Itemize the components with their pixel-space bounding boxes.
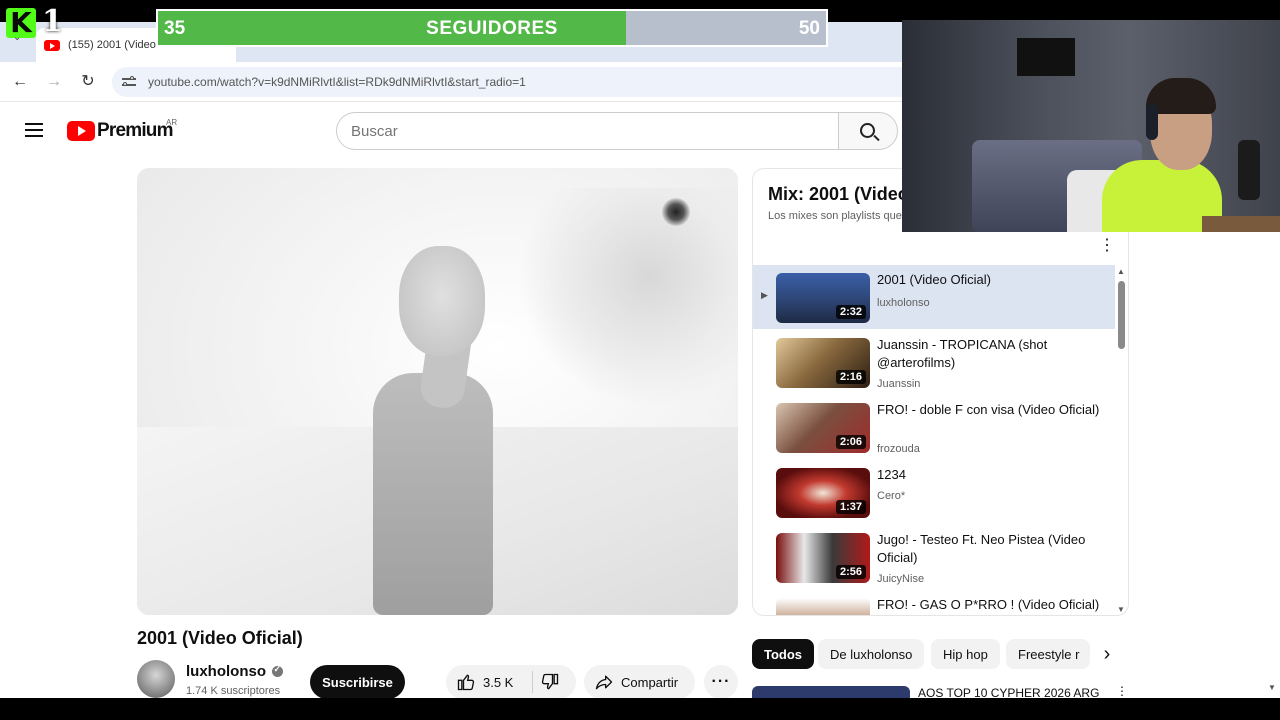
tab-title: (155) 2001 (Video <box>68 39 156 51</box>
reload-icon[interactable]: ↻ <box>78 72 98 92</box>
playlist-item-title[interactable]: 1234 <box>877 466 1102 484</box>
duration-badge: 1:37 <box>835 500 866 514</box>
site-info-icon[interactable] <box>122 76 136 88</box>
now-playing-icon: ▶ <box>761 290 768 300</box>
playlist-item-title[interactable]: 2001 (Video Oficial) <box>877 271 1102 289</box>
verified-icon <box>272 664 283 677</box>
playlist-item-title[interactable]: FRO! - doble F con visa (Video Oficial) <box>877 401 1102 419</box>
youtube-logo[interactable]: Premium <box>67 120 174 142</box>
goal-target: 50 <box>798 18 820 39</box>
playlist-more-icon[interactable]: ⋮ <box>1099 235 1115 255</box>
recommendation-title[interactable]: AOS TOP 10 CYPHER 2026 ARG <box>918 686 1099 698</box>
forward-arrow-icon[interactable]: → <box>44 72 64 92</box>
recommendation-more-icon[interactable]: ⋮ <box>1116 684 1128 698</box>
share-icon <box>593 672 615 695</box>
playlist-item[interactable]: 2:06 FRO! - doble F con visa (Video Ofic… <box>753 395 1115 459</box>
playlist-thumbnail[interactable]: 1:37 <box>776 468 870 518</box>
youtube-play-icon <box>67 121 95 141</box>
playlist-thumbnail[interactable]: 2:16 <box>776 338 870 388</box>
playlist-item-title[interactable]: FRO! - GAS O P*RRO ! (Video Oficial) <box>877 596 1102 614</box>
page-scroll-down-icon[interactable]: ▼ <box>1268 683 1276 692</box>
playlist-title: Mix: 2001 (Video <box>768 184 909 204</box>
duration-badge: 2:16 <box>835 370 866 384</box>
duration-badge: 2:06 <box>835 435 866 449</box>
playlist-item[interactable]: 1:37 1234 Cero* <box>753 460 1115 524</box>
playlist-item-channel: luxholonso <box>877 297 930 309</box>
search-input[interactable] <box>336 112 839 150</box>
dislike-icon[interactable] <box>540 672 560 695</box>
playlist-panel: Mix: 2001 (Video Los mixes son playlists… <box>752 168 1129 616</box>
playlist-item-channel: Juanssin <box>877 378 921 390</box>
search-button[interactable] <box>838 112 898 150</box>
more-actions-button[interactable]: ··· <box>704 665 738 698</box>
youtube-favicon-icon <box>44 39 60 51</box>
playlist-thumbnail[interactable]: 2:06 <box>776 403 870 453</box>
playlist-item[interactable]: ▶ 2:32 2001 (Video Oficial) luxholonso <box>753 265 1115 329</box>
webcam-overlay <box>902 20 1280 232</box>
address-bar[interactable]: youtube.com/watch?v=k9dNMiRlvtI&list=RDk… <box>112 67 932 97</box>
chip-todos[interactable]: Todos <box>752 639 815 669</box>
chip-channel[interactable]: De luxholonso <box>818 639 925 669</box>
like-icon[interactable] <box>456 672 476 695</box>
channel-name-text[interactable]: luxholonso <box>186 663 266 680</box>
playlist-item[interactable]: FRO! - GAS O P*RRO ! (Video Oficial) <box>753 590 1115 615</box>
menu-icon[interactable] <box>25 123 43 137</box>
chip-hip-hop[interactable]: Hip hop <box>931 639 1000 669</box>
playlist-item-channel: Cero* <box>877 490 906 502</box>
back-arrow-icon[interactable]: ← <box>10 72 30 92</box>
logo-text: Premium <box>97 120 174 141</box>
scroll-down-icon[interactable]: ▼ <box>1117 605 1125 614</box>
playlist-subtitle: Los mixes son playlists que <box>768 210 902 222</box>
follower-goal-bar: SEGUIDORES 35 50 <box>156 9 828 47</box>
subscriber-count: 1.74 K suscriptores <box>186 685 281 697</box>
url-text: youtube.com/watch?v=k9dNMiRlvtI&list=RDk… <box>148 75 526 89</box>
playlist-item-channel: frozouda <box>877 443 920 455</box>
playlist-thumbnail[interactable]: 2:32 <box>776 273 870 323</box>
goal-current: 35 <box>164 18 186 39</box>
goal-label: SEGUIDORES <box>426 18 558 39</box>
playlist-scrollbar[interactable]: ▲ ▼ <box>1117 267 1127 614</box>
playlist-thumbnail[interactable] <box>776 598 870 615</box>
recommendation-thumbnail[interactable] <box>752 686 910 698</box>
duration-badge: 2:32 <box>835 305 866 319</box>
scroll-thumb[interactable] <box>1118 281 1125 349</box>
share-button[interactable]: Compartir <box>584 665 695 698</box>
duration-badge: 2:56 <box>835 565 866 579</box>
video-title: 2001 (Video Oficial) <box>137 628 303 648</box>
playlist-item[interactable]: 2:16 Juanssin - TROPICANA (shot @arterof… <box>753 330 1115 394</box>
more-horizontal-icon: ··· <box>711 673 731 690</box>
playlist-item-title[interactable]: Juanssin - TROPICANA (shot @arterofilms) <box>877 336 1102 372</box>
like-count: 3.5 K <box>483 675 514 690</box>
chip-freestyle[interactable]: Freestyle r <box>1006 639 1090 669</box>
country-code: AR <box>166 118 178 127</box>
playlist-thumbnail[interactable]: 2:56 <box>776 533 870 583</box>
channel-name[interactable]: luxholonso <box>186 663 283 680</box>
chevron-right-icon[interactable]: › <box>1096 639 1118 669</box>
channel-avatar[interactable] <box>137 660 175 698</box>
video-player[interactable] <box>137 168 738 615</box>
subscribe-button[interactable]: Suscribirse <box>310 665 405 698</box>
share-label: Compartir <box>621 675 679 690</box>
playlist-item-channel: JuicyNise <box>877 573 925 585</box>
playlist-item-title[interactable]: Jugo! - Testeo Ft. Neo Pistea (Video Ofi… <box>877 531 1102 567</box>
streaming-logo-number: 1 <box>42 4 63 39</box>
chevron-down-icon: ⌄ <box>13 32 22 43</box>
playlist-item[interactable]: 2:56 Jugo! - Testeo Ft. Neo Pistea (Vide… <box>753 525 1115 589</box>
like-dislike-group: 3.5 K <box>446 665 576 698</box>
scroll-up-icon[interactable]: ▲ <box>1117 267 1125 276</box>
